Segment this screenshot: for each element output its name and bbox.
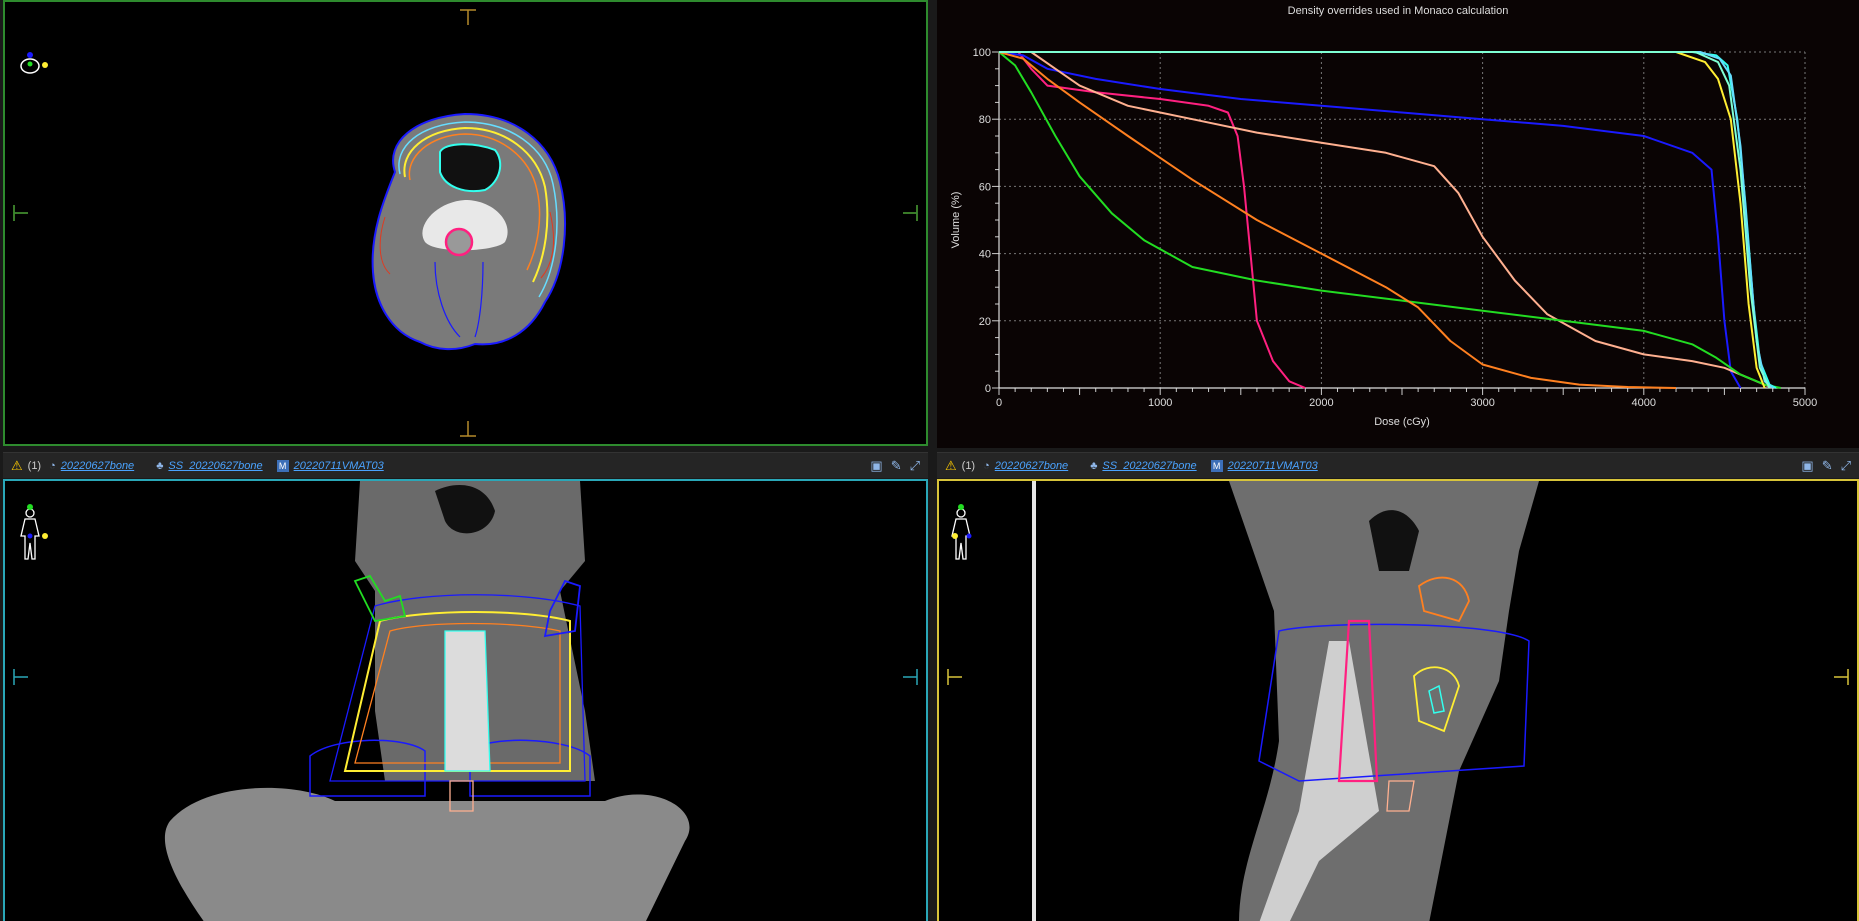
maximize-icon[interactable]: ⤢ xyxy=(910,458,920,474)
dvh-series-line-6 xyxy=(999,51,1766,389)
plan-link[interactable]: M 20220711VMAT03 xyxy=(1210,459,1318,472)
warning-icon[interactable]: ⚠ xyxy=(945,458,957,474)
axial-canvas xyxy=(13,9,918,437)
y-tick-label: 100 xyxy=(973,47,991,59)
dvh-series-line-5 xyxy=(998,51,1677,389)
orientation-icon xyxy=(20,504,48,560)
snapshot-icon[interactable]: ▣ xyxy=(1801,458,1813,474)
maximize-icon[interactable]: ⤢ xyxy=(1841,458,1851,474)
viewer-toolbar-right: ⚠ (1) ◔ 20220627bone ♣ SS_20220627bone M… xyxy=(937,452,1859,478)
dvh-series-line-1 xyxy=(999,51,1306,389)
structure-set-icon: ♣ xyxy=(1090,459,1098,472)
y-tick-label: 80 xyxy=(979,114,991,126)
plan-icon: M xyxy=(276,459,289,472)
coronal-canvas xyxy=(13,481,918,921)
image-set-icon: ◔ xyxy=(983,459,990,472)
x-tick-label: 0 xyxy=(996,397,1002,409)
warning-count: (1) xyxy=(961,459,976,472)
dvh-chart: Density overrides used in Monaco calcula… xyxy=(950,5,1817,428)
y-tick-label: 0 xyxy=(985,383,991,395)
coronal-view[interactable] xyxy=(3,479,928,921)
dvh-series-line-3 xyxy=(999,51,1774,389)
x-tick-label: 2000 xyxy=(1309,397,1333,409)
y-tick-label: 20 xyxy=(979,316,991,328)
sagittal-canvas xyxy=(947,481,1849,921)
ct-coronal-slice xyxy=(164,481,690,921)
x-tick-label: 1000 xyxy=(1148,397,1172,409)
structure-set-link[interactable]: ♣ SS_20220627bone xyxy=(1090,460,1196,472)
plan-icon: M xyxy=(1210,459,1223,472)
plan-link[interactable]: M 20220711VMAT03 xyxy=(276,459,384,472)
orientation-icon xyxy=(951,504,972,560)
ct-sagittal-slice xyxy=(1229,481,1539,921)
slice-position-line xyxy=(1032,481,1036,921)
dvh-series-line-7 xyxy=(999,51,1777,389)
viewer-toolbar-left: ⚠ (1) ◔ 20220627bone ♣ SS_20220627bone M… xyxy=(3,452,928,478)
ct-axial-slice xyxy=(371,112,566,350)
snapshot-icon[interactable]: ▣ xyxy=(870,458,882,474)
dvh-panel: Density overrides used in Monaco calcula… xyxy=(937,0,1859,448)
x-tick-label: 5000 xyxy=(1793,397,1817,409)
dvh-series-line-9 xyxy=(999,51,1771,389)
image-set-icon: ◔ xyxy=(49,459,56,472)
structure-set-link[interactable]: ♣ SS_20220627bone xyxy=(156,460,262,472)
chart-title: Density overrides used in Monaco calcula… xyxy=(1288,5,1509,17)
image-set-link[interactable]: ◔ 20220627bone xyxy=(983,460,1068,472)
warning-icon[interactable]: ⚠ xyxy=(11,458,23,474)
warning-count: (1) xyxy=(27,459,42,472)
y-tick-label: 40 xyxy=(979,249,991,261)
ruler-icon[interactable]: ✎ xyxy=(891,458,902,474)
structure-set-icon: ♣ xyxy=(156,459,164,472)
ruler-icon[interactable]: ✎ xyxy=(1822,458,1833,474)
y-axis-label: Volume (%) xyxy=(950,192,962,249)
sagittal-view[interactable] xyxy=(937,479,1859,921)
dvh-series-line-2 xyxy=(998,51,1742,389)
orientation-icon xyxy=(20,52,48,74)
image-set-link[interactable]: ◔ 20220627bone xyxy=(49,460,134,472)
y-tick-label: 60 xyxy=(979,181,991,193)
x-tick-label: 3000 xyxy=(1470,397,1494,409)
dvh-series-line-8 xyxy=(999,51,1774,389)
axial-view[interactable] xyxy=(3,0,928,446)
dvh-series-line-4 xyxy=(998,51,1782,389)
x-tick-label: 4000 xyxy=(1632,397,1656,409)
x-axis-label: Dose (cGy) xyxy=(1374,416,1430,428)
